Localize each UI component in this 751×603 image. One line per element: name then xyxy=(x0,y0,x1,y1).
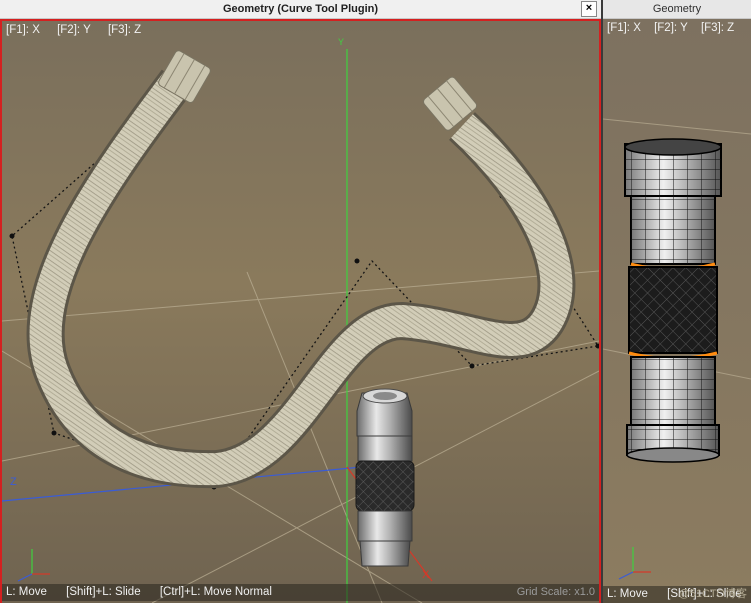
close-icon[interactable]: × xyxy=(581,1,597,17)
side-status-bar: L: Move [Shift]+L: Slide @51CTO博客 xyxy=(603,586,751,603)
hint-f3-z: [F3]: Z xyxy=(107,24,142,36)
side-hint-f2-y: [F2]: Y xyxy=(654,22,688,34)
side-status-move: L: Move xyxy=(607,588,648,600)
main-window-titlebar[interactable]: Geometry (Curve Tool Plugin) × xyxy=(0,0,601,19)
main-window-title: Geometry (Curve Tool Plugin) xyxy=(222,3,379,15)
side-scene xyxy=(603,19,751,603)
hint-f2-y: [F2]: Y xyxy=(57,24,91,36)
grid-scale-label: Grid Scale: x1.0 xyxy=(516,586,595,598)
side-3d-viewport[interactable]: [F1]: X [F2]: Y [F3]: Z L: Move [Shift]+… xyxy=(603,19,751,603)
metal-fitting-model xyxy=(355,388,415,567)
side-viewport-window: Geometry [F1]: X [F2]: Y [F3]: Z L: Move… xyxy=(603,0,751,603)
side-window-title: Geometry xyxy=(652,3,702,15)
main-scene xyxy=(2,21,599,603)
y-axis-label: Y xyxy=(338,37,345,47)
side-window-titlebar[interactable]: Geometry xyxy=(603,0,751,19)
status-slide: [Shift]+L: Slide xyxy=(66,586,141,598)
side-axis-hint-row: [F1]: X [F2]: Y [F3]: Z xyxy=(607,22,748,34)
side-hint-f1-x: [F1]: X xyxy=(607,22,641,34)
x-axis-label: X xyxy=(422,569,430,581)
status-move-normal: [Ctrl]+L: Move Normal xyxy=(159,586,272,598)
wireframe-fitting-model xyxy=(624,138,722,463)
status-bar: L: Move [Shift]+L: Slide [Ctrl]+L: Move … xyxy=(2,584,599,601)
viewport-background xyxy=(2,21,599,603)
main-3d-viewport[interactable]: [F1]: X [F2]: Y [F3]: Z Y Z X L: Move [S… xyxy=(0,19,601,603)
hint-f1-x: [F1]: X xyxy=(6,24,40,36)
watermark: @51CTO博客 xyxy=(678,588,747,600)
side-hint-f3-z: [F3]: Z xyxy=(700,22,735,34)
z-axis-label: Z xyxy=(10,476,17,488)
status-move: L: Move xyxy=(6,586,47,598)
axis-hint-row: [F1]: X [F2]: Y [F3]: Z xyxy=(6,24,155,36)
main-viewport-window: Geometry (Curve Tool Plugin) × [F1]: X [… xyxy=(0,0,601,603)
